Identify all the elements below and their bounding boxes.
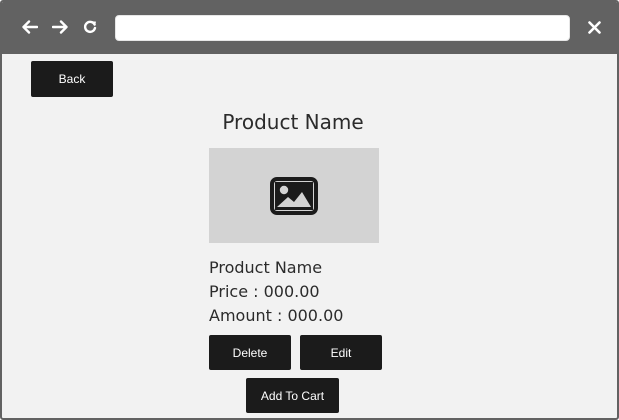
product-amount: Amount : 000.00	[209, 306, 344, 325]
add-to-cart-button[interactable]: Add To Cart	[246, 378, 339, 413]
browser-toolbar	[2, 2, 617, 54]
back-button[interactable]: Back	[31, 61, 113, 97]
product-price: Price : 000.00	[209, 282, 320, 301]
browser-window: Back Product Name Product Name Price : 0…	[0, 0, 619, 420]
delete-button[interactable]: Delete	[209, 335, 291, 370]
product-name: Product Name	[209, 258, 323, 277]
page-title: Product Name	[222, 110, 364, 134]
image-icon	[270, 177, 318, 215]
reload-icon[interactable]	[81, 18, 99, 36]
product-image	[209, 148, 379, 243]
arrow-left-icon[interactable]	[21, 18, 39, 36]
url-input[interactable]	[115, 15, 570, 41]
close-icon[interactable]	[585, 18, 603, 36]
edit-button[interactable]: Edit	[300, 335, 382, 370]
arrow-right-icon[interactable]	[51, 18, 69, 36]
